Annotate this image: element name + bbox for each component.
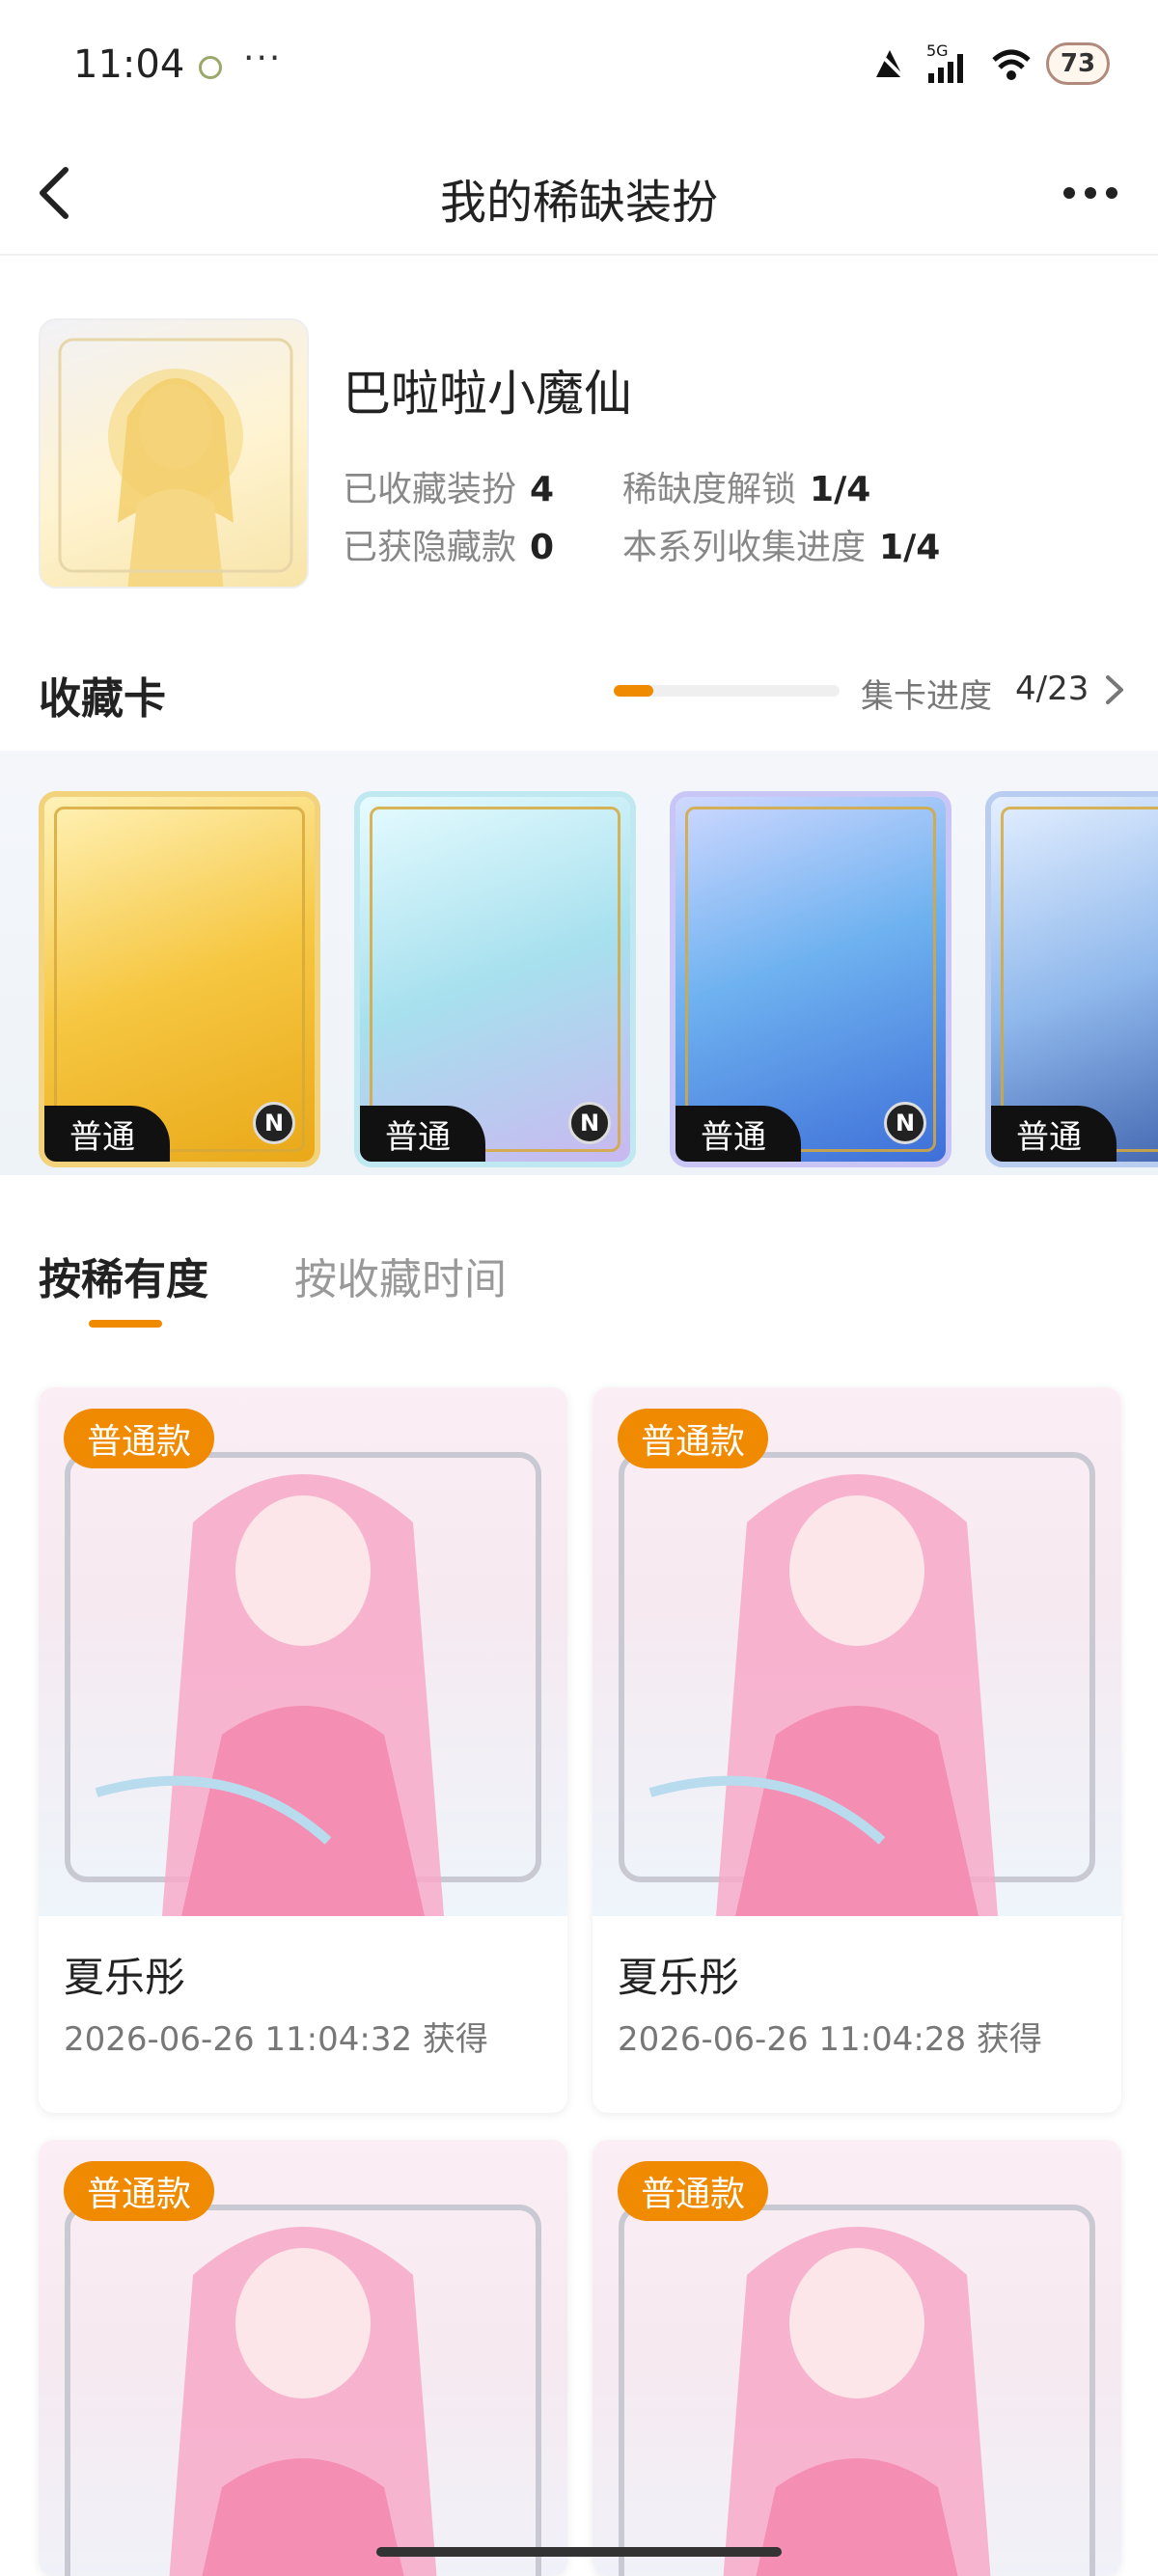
- card-frame: [370, 807, 620, 1152]
- more-dot-icon: [1063, 187, 1075, 199]
- rarity-tag: 普通款: [618, 2161, 769, 2221]
- tab-sort-by-time[interactable]: 按收藏时间: [294, 1245, 507, 1306]
- card-rarity-badge: 普通: [676, 1106, 801, 1162]
- costume-name: 夏乐彤: [618, 1954, 740, 2001]
- card-grade-badge: N: [884, 1102, 926, 1144]
- costume-name: 夏乐彤: [64, 1954, 186, 2001]
- rarity-tag: 普通款: [64, 1409, 215, 1468]
- stat-collected: 已收藏装扮 4: [343, 461, 554, 511]
- stat-label: 本系列收集进度: [622, 528, 867, 567]
- card-grade-badge: N: [568, 1102, 611, 1144]
- page-title: 我的稀缺装扮: [439, 176, 718, 230]
- signal-icon: 5G: [926, 42, 963, 83]
- costume-item[interactable]: 普通款: [39, 2140, 567, 2576]
- rarity-tag: 普通款: [64, 2161, 215, 2221]
- costume-item[interactable]: 普通款 夏乐彤 2026-06-26 11:04:32 获得: [39, 1387, 567, 2113]
- series-cover-image[interactable]: [39, 318, 309, 589]
- collection-card[interactable]: 普通 N: [354, 791, 636, 1167]
- card-frame: [1001, 807, 1158, 1152]
- tab-sort-by-rarity[interactable]: 按稀有度: [39, 1245, 208, 1306]
- stat-value: 0: [530, 528, 555, 567]
- wifi-icon: [992, 49, 1031, 80]
- collection-cards-title: 收藏卡: [39, 674, 166, 724]
- more-dot-icon: [1106, 187, 1117, 199]
- costume-item[interactable]: 普通款 夏乐彤 2026-06-26 11:04:28 获得: [593, 1387, 1121, 2113]
- stat-value: 1/4: [810, 470, 871, 509]
- more-dot-icon: [1085, 187, 1096, 199]
- more-options-button[interactable]: [1052, 164, 1129, 222]
- series-summary: 巴啦啦小魔仙 已收藏装扮 4 稀缺度解锁 1/4 已获隐藏款 0 本系列收集进度 1/4: [0, 318, 1158, 598]
- status-bar: 11:04 ··· 5G 73: [0, 0, 1158, 130]
- costume-obtained-date: 2026-06-26 11:04:28 获得: [618, 2020, 1042, 2059]
- collection-card-list[interactable]: 普通 N 普通 N 普通 N 普通: [0, 751, 1158, 1175]
- rarity-tag: 普通款: [618, 1409, 769, 1468]
- network-type: 5G: [926, 42, 949, 60]
- status-indicators: 5G 73: [870, 42, 1110, 85]
- collection-cards-header[interactable]: 收藏卡 集卡进度 4/23: [0, 656, 1158, 724]
- collection-card[interactable]: 普通 N: [670, 791, 951, 1167]
- battery-indicator: 73: [1046, 42, 1110, 85]
- collection-progress-fill: [614, 685, 653, 697]
- app-notification-icon: [199, 56, 222, 79]
- costume-item[interactable]: 普通款: [593, 2140, 1121, 2576]
- collection-card[interactable]: 普通 N: [39, 791, 320, 1167]
- collection-progress-bar: [614, 685, 840, 697]
- card-grade-badge: N: [253, 1102, 295, 1144]
- stat-rarity-unlocked: 稀缺度解锁 1/4: [622, 461, 870, 511]
- series-cover-art: [58, 338, 293, 587]
- status-time: 11:04: [73, 42, 185, 87]
- stat-hidden: 已获隐藏款 0: [343, 519, 554, 569]
- stat-label: 已获隐藏款: [343, 528, 517, 567]
- costume-obtained-date: 2026-06-26 11:04:32 获得: [64, 2020, 488, 2059]
- stat-label: 稀缺度解锁: [622, 470, 797, 509]
- collection-card[interactable]: 普通: [985, 791, 1158, 1167]
- card-frame: [54, 807, 305, 1152]
- series-name: 巴啦啦小魔仙: [343, 366, 632, 422]
- stat-value: 1/4: [879, 528, 941, 567]
- collection-progress-label: 集卡进度: [861, 677, 992, 716]
- tab-active-indicator: [89, 1320, 162, 1328]
- card-frame: [685, 807, 936, 1152]
- home-indicator[interactable]: [376, 2547, 782, 2557]
- navigation-bar: 我的稀缺装扮: [0, 135, 1158, 256]
- mute-icon: [872, 46, 907, 81]
- sort-tabs: 按稀有度 按收藏时间: [0, 1235, 1158, 1341]
- stat-value: 4: [530, 470, 555, 509]
- status-more-icon: ···: [243, 39, 283, 78]
- card-rarity-badge: 普通: [991, 1106, 1117, 1162]
- collection-progress-value: 4/23: [1015, 670, 1089, 708]
- stat-series-progress: 本系列收集进度 1/4: [622, 519, 940, 569]
- stat-label: 已收藏装扮: [343, 470, 517, 509]
- card-rarity-badge: 普通: [360, 1106, 485, 1162]
- chevron-right-icon[interactable]: [1100, 673, 1129, 706]
- card-rarity-badge: 普通: [44, 1106, 170, 1162]
